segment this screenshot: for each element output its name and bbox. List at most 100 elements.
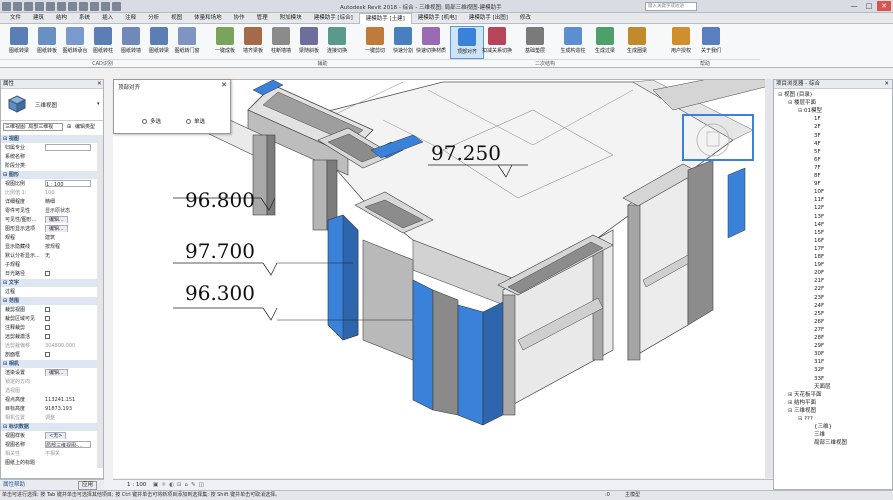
tree-item[interactable]: 三维 [808,431,825,439]
tree-item[interactable]: 29F [808,342,824,350]
ribbon-button-22[interactable]: 关于我们 [694,26,728,59]
property-value[interactable]: 局部三维视图-... [45,441,91,448]
property-value[interactable]: 1 : 100 [45,180,91,187]
apply-button[interactable]: 应用 [78,481,98,490]
tree-item[interactable]: ⊞结构平面 [788,399,816,407]
tab-15[interactable]: 建模助手 [出图] [463,13,514,23]
tree-item[interactable]: 14F [808,221,824,229]
tree-item[interactable]: 19F [808,261,824,269]
model-drawing[interactable]: 97.250 96.800 97.700 96.300 [113,80,773,478]
tree-item[interactable]: {三维} [808,423,832,431]
type-selector[interactable]: 三维视图 ▾ [1,89,103,121]
viewport-scrollbar[interactable] [765,79,773,478]
text-icon[interactable] [79,2,88,11]
edit-type-icon[interactable]: ⊞ [67,122,71,132]
view-controls-icons[interactable]: ▣☼◐⊡⌂✎◫ [153,480,207,490]
tree-item[interactable]: 17F [808,245,824,253]
edit-button[interactable]: 编辑... [45,369,68,376]
ribbon-button-15[interactable]: 顶部对齐 [450,26,484,59]
tree-item[interactable]: 局部三维视图 [808,439,847,447]
maximize-button[interactable]: □ [862,1,876,11]
section-icon[interactable] [101,2,110,11]
tab-1[interactable]: 建筑 [27,13,50,23]
ribbon-button-14[interactable]: 快速切换材质 [414,26,448,59]
tree-item[interactable]: 30F [808,350,824,358]
edit-button[interactable]: <无> [45,432,67,439]
tree-item[interactable]: 28F [808,334,824,342]
tree-item[interactable]: 16F [808,237,824,245]
tree-item[interactable]: 22F [808,285,824,293]
search-input[interactable]: 键入关键字或短语 [645,2,697,11]
radio-icon[interactable] [142,119,147,124]
tree-item[interactable]: 27F [808,326,824,334]
close-hidden-icon[interactable] [112,2,121,11]
edit-type-button[interactable]: 编辑类型 [75,122,95,132]
tree-item[interactable]: 15F [808,229,824,237]
tree-item[interactable]: 11F [808,196,824,204]
tree-item[interactable]: 33F [808,375,824,383]
minimize-button[interactable]: — [847,1,861,11]
checkbox[interactable] [45,352,50,357]
tab-11[interactable]: 附加模块 [274,13,308,23]
3d-viewport[interactable]: 97.250 96.800 97.700 96.300 [113,79,773,478]
properties-scrollbar[interactable] [97,135,103,468]
tree-item[interactable]: 12F [808,204,824,212]
ribbon-button-19[interactable]: 生成过梁 [588,26,622,59]
checkbox[interactable] [45,334,50,339]
close-icon[interactable]: ✕ [884,80,889,89]
3d-view-icon[interactable] [90,2,99,11]
radio-icon[interactable] [186,119,191,124]
tree-item[interactable]: ⊞天花板平面 [788,391,822,399]
tab-16[interactable]: 修改 [514,13,537,23]
tree-item[interactable]: 4F [808,140,821,148]
property-value[interactable] [45,144,91,151]
close-button[interactable]: ✕ [877,1,891,11]
redo-icon[interactable] [46,2,55,11]
active-model[interactable]: 主模型 [625,491,640,500]
open-icon[interactable] [13,2,22,11]
tree-item[interactable]: 天面层 [808,383,831,391]
tree-item[interactable]: 10F [808,188,824,196]
tree-item[interactable]: 21F [808,277,824,285]
tree-item[interactable]: 6F [808,156,821,164]
tree-item[interactable]: ⊟三维视图 [788,407,816,415]
option-multi-select[interactable]: 多选 [142,117,161,125]
checkbox[interactable] [45,271,50,276]
option-single-select[interactable]: 单选 [186,117,205,125]
tree-item[interactable]: ⊟楼层平面 [788,99,816,107]
close-icon[interactable]: ✕ [97,80,102,89]
tab-10[interactable]: 管理 [251,13,274,23]
tree-item[interactable]: 20F [808,269,824,277]
properties-help-link[interactable]: 属性帮助 [3,482,25,488]
tree-item[interactable]: 1F [808,115,821,123]
view-instance-dropdown[interactable]: 三维视图: 局部三维视 [3,123,63,131]
print-icon[interactable] [57,2,66,11]
tree-item[interactable]: 2F [808,123,821,131]
checkbox[interactable] [45,307,50,312]
view-scale[interactable]: 1 : 100 [127,480,146,490]
tree-item[interactable]: 8F [808,172,821,180]
ribbon-button-21[interactable]: 用户授权 [664,26,698,59]
ribbon-button-20[interactable]: 生成圈梁 [620,26,654,59]
checkbox[interactable] [45,316,50,321]
tree-item[interactable]: 25F [808,310,824,318]
checkbox[interactable] [45,325,50,330]
tree-item[interactable]: 32F [808,366,824,374]
tree-item[interactable]: 7F [808,164,821,172]
tab-2[interactable]: 结构 [50,13,73,23]
tree-item[interactable]: ⊟视图 (目录) [778,91,812,99]
tree-item[interactable]: 5F [808,148,821,156]
tree-item[interactable]: 3F [808,132,821,140]
tab-7[interactable]: 视图 [165,13,188,23]
tab-12[interactable]: 建模助手 [综合] [308,13,359,23]
app-menu-icon[interactable] [2,2,11,11]
measure-icon[interactable] [68,2,77,11]
tree-item[interactable]: ⊟??? [798,415,813,423]
tab-4[interactable]: 插入 [96,13,119,23]
ribbon-button-11[interactable]: 连接切换 [320,26,354,59]
tab-0[interactable]: 文件 [4,13,27,23]
tab-9[interactable]: 协作 [228,13,251,23]
undo-icon[interactable] [35,2,44,11]
tab-6[interactable]: 分析 [142,13,165,23]
tree-item[interactable]: 9F [808,180,821,188]
